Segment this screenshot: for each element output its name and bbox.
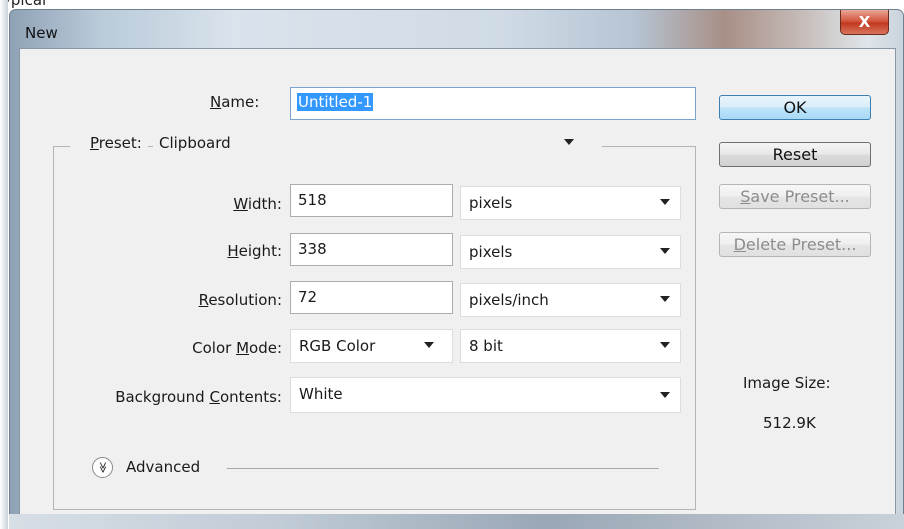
background-contents-label: Background Contents: — [115, 388, 282, 406]
advanced-divider — [227, 468, 659, 469]
ok-button[interactable]: OK — [719, 95, 871, 120]
image-size-label: Image Size: — [743, 374, 831, 392]
resolution-value: 72 — [298, 288, 318, 306]
bit-depth-value: 8 bit — [469, 337, 503, 355]
height-value: 338 — [298, 240, 327, 258]
cropped-background-text: ypical — [2, 0, 47, 9]
height-unit-value: pixels — [469, 243, 513, 261]
color-mode-select[interactable]: RGB Color — [290, 329, 453, 363]
image-size-value: 512.9K — [763, 414, 816, 432]
resolution-unit-select[interactable]: pixels/inch — [460, 283, 681, 317]
width-input[interactable]: 518 — [290, 184, 453, 217]
color-mode-label: Color Mode: — [192, 339, 282, 357]
dropdown-caret-icon — [660, 199, 670, 205]
name-label: Name: — [210, 93, 260, 111]
dropdown-caret-icon — [660, 296, 670, 302]
delete-preset-button[interactable]: Delete Preset... — [719, 232, 871, 257]
resolution-label: Resolution: — [198, 291, 282, 309]
bit-depth-select[interactable]: 8 bit — [460, 329, 681, 363]
resolution-unit-value: pixels/inch — [469, 291, 549, 309]
dialog-client-area: Name: Untitled-1 Preset: Clipboard Width… — [19, 48, 896, 524]
name-value: Untitled-1 — [297, 93, 374, 111]
height-label: Height: — [227, 242, 282, 260]
dropdown-caret-icon — [660, 342, 670, 348]
height-unit-select[interactable]: pixels — [460, 235, 681, 269]
width-unit-select[interactable]: pixels — [460, 186, 681, 220]
width-unit-value: pixels — [469, 194, 513, 212]
height-input[interactable]: 338 — [290, 233, 453, 266]
background-contents-select[interactable]: White — [290, 377, 681, 413]
advanced-label: Advanced — [126, 458, 201, 476]
color-mode-value: RGB Color — [299, 337, 376, 355]
width-label: Width: — [233, 195, 282, 213]
dropdown-caret-icon — [564, 139, 574, 145]
chevron-double-down-icon: ≫ — [95, 461, 109, 474]
name-input[interactable]: Untitled-1 — [290, 87, 696, 120]
dropdown-caret-icon — [660, 392, 670, 398]
background-contents-value: White — [299, 385, 343, 403]
width-value: 518 — [298, 191, 327, 209]
advanced-toggle-button[interactable]: ≫ — [92, 457, 113, 478]
preset-value: Clipboard — [159, 134, 231, 152]
preset-label: Preset: — [70, 134, 148, 152]
close-icon: X — [858, 13, 871, 31]
window-edge-left — [0, 0, 8, 529]
preset-gap — [587, 137, 602, 153]
preset-select[interactable]: Clipboard — [153, 127, 587, 159]
close-button[interactable]: X — [840, 10, 889, 35]
reset-button[interactable]: Reset — [719, 142, 871, 167]
window-edge-bottom — [9, 514, 904, 529]
dialog-title: New — [25, 24, 58, 42]
resolution-input[interactable]: 72 — [290, 281, 453, 314]
dropdown-caret-icon — [660, 248, 670, 254]
save-preset-button[interactable]: Save Preset... — [719, 184, 871, 209]
new-document-dialog: New X Name: Untitled-1 Preset: Clipboard… — [9, 9, 904, 529]
dropdown-caret-icon — [424, 342, 434, 348]
